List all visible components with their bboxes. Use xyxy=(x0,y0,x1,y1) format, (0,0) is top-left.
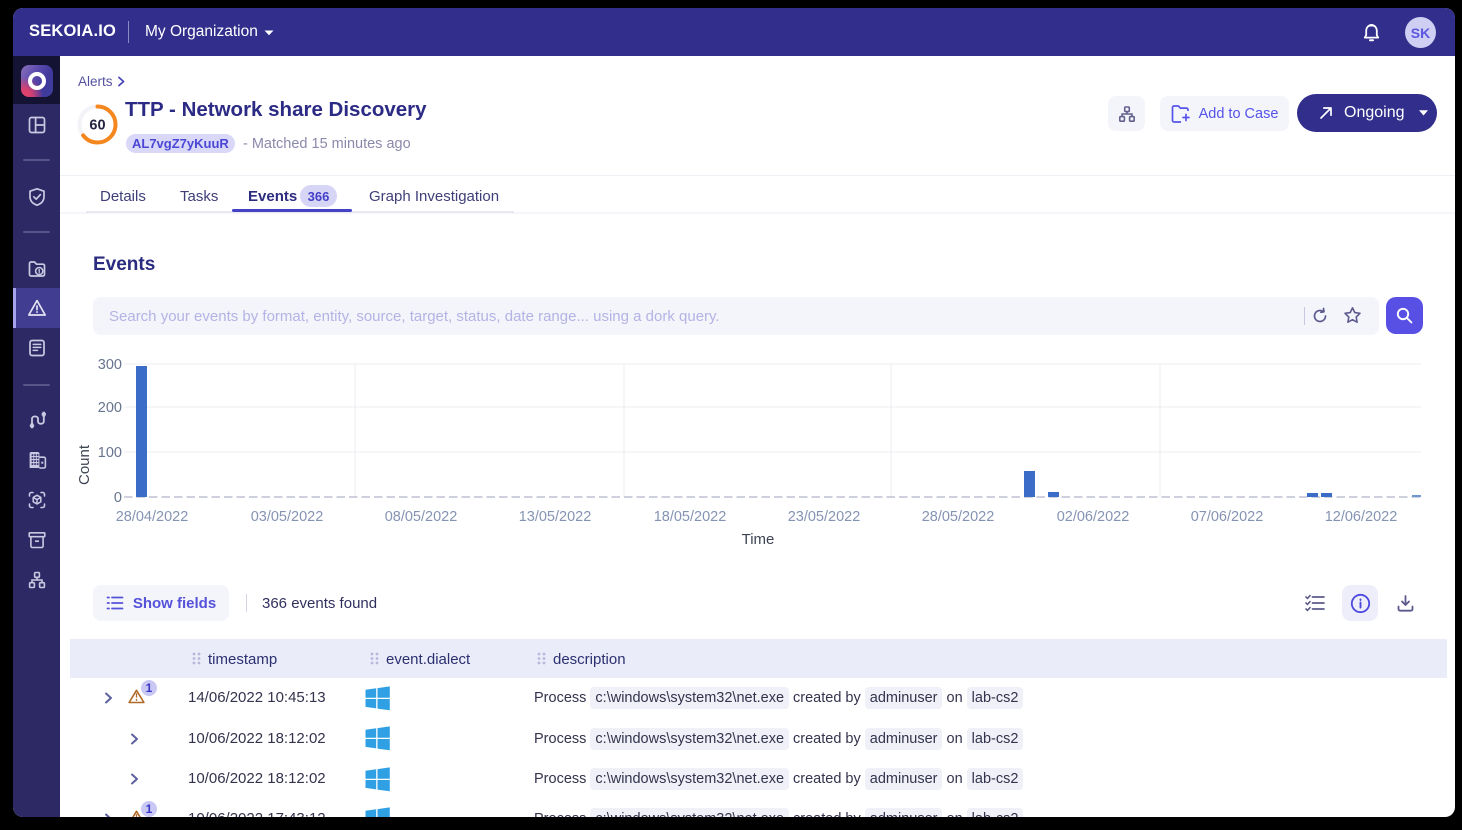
svg-text:100: 100 xyxy=(98,445,122,461)
svg-text:200: 200 xyxy=(98,400,122,416)
svg-text:02/06/2022: 02/06/2022 xyxy=(1057,509,1130,525)
svg-text:12/06/2022: 12/06/2022 xyxy=(1325,509,1398,525)
svg-text:Count: Count xyxy=(76,444,93,485)
svg-text:08/05/2022: 08/05/2022 xyxy=(385,509,458,525)
svg-text:07/06/2022: 07/06/2022 xyxy=(1191,509,1264,525)
svg-text:13/05/2022: 13/05/2022 xyxy=(519,509,592,525)
svg-text:0: 0 xyxy=(114,490,122,506)
svg-text:28/05/2022: 28/05/2022 xyxy=(922,509,995,525)
svg-text:300: 300 xyxy=(98,357,122,373)
svg-text:28/04/2022: 28/04/2022 xyxy=(116,509,189,525)
svg-text:18/05/2022: 18/05/2022 xyxy=(654,509,727,525)
svg-text:03/05/2022: 03/05/2022 xyxy=(251,509,324,525)
svg-text:Time: Time xyxy=(742,531,775,548)
svg-text:60: 60 xyxy=(89,118,105,134)
svg-text:23/05/2022: 23/05/2022 xyxy=(788,509,861,525)
